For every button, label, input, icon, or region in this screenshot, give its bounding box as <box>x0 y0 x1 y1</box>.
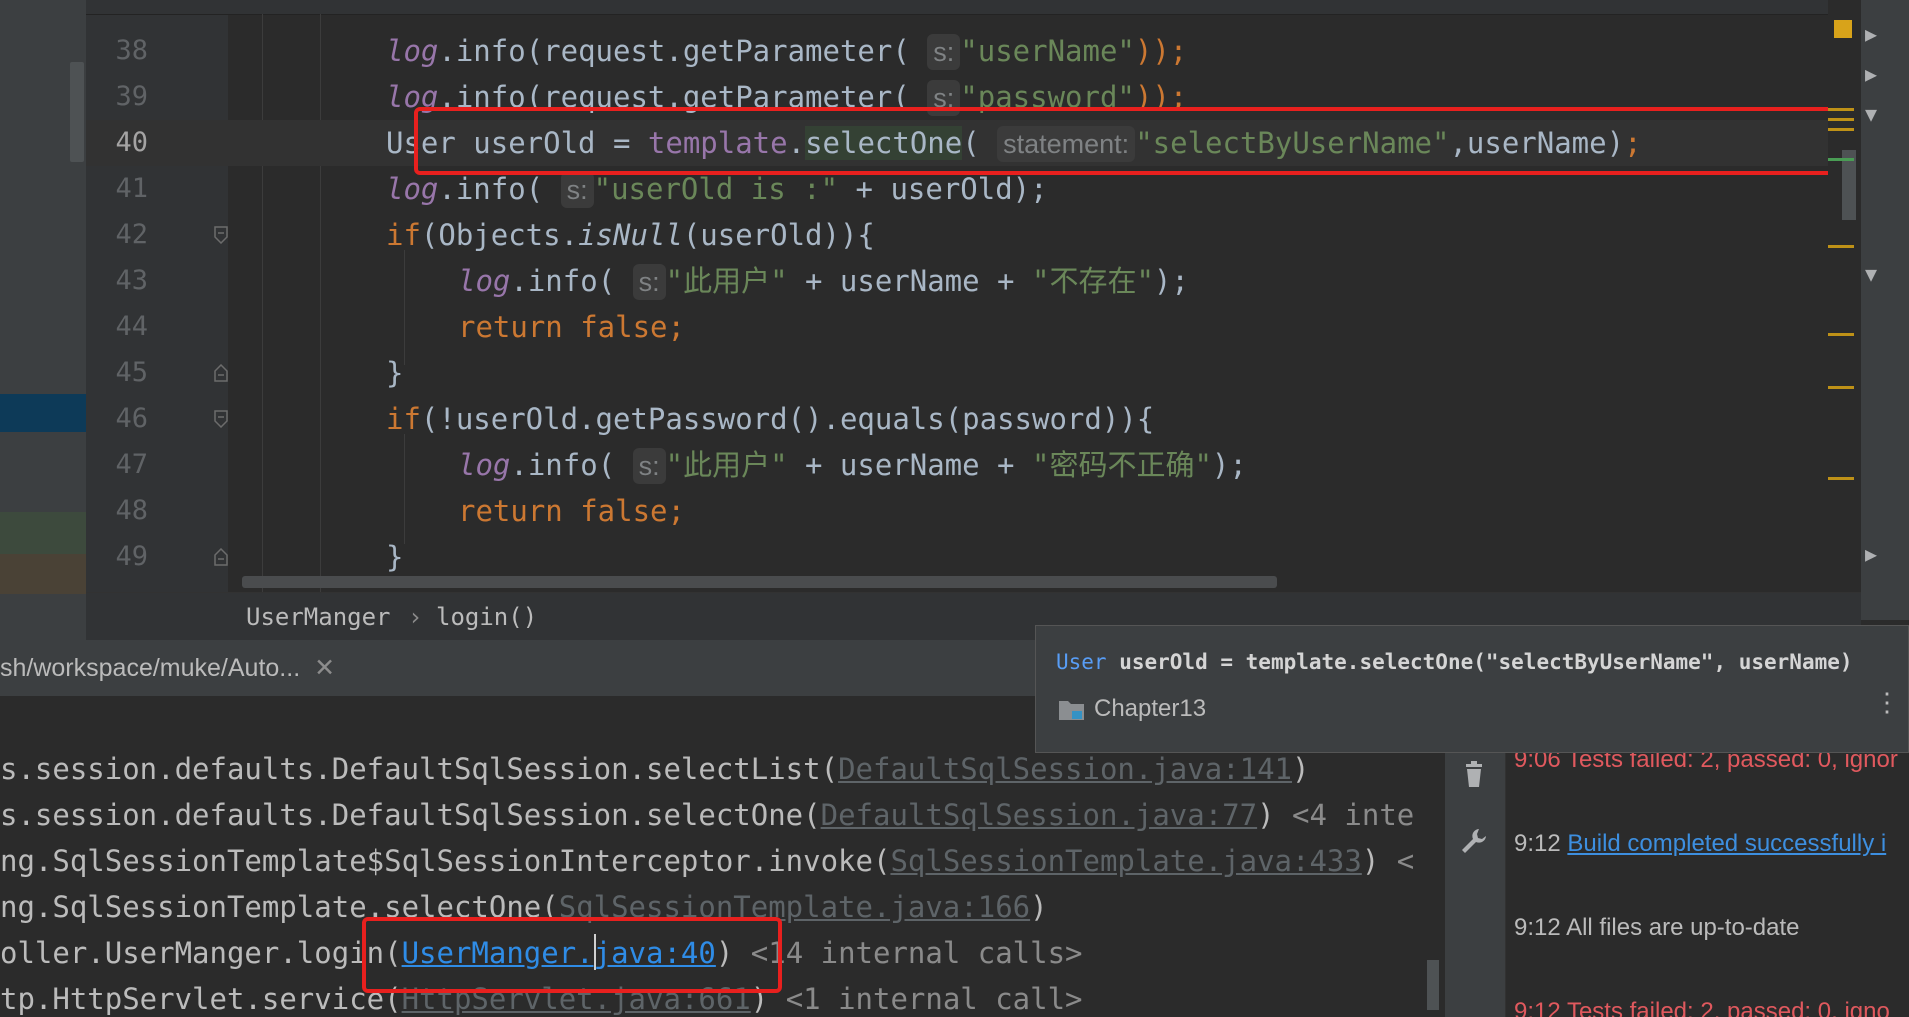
event-log-entry[interactable]: 9:12 Build completed successfully i <box>1514 828 1886 860</box>
internal-calls-fold[interactable]: <1 internal call> <box>768 982 1083 1016</box>
trash-icon[interactable] <box>1459 760 1489 790</box>
warning-icon[interactable] <box>1834 20 1852 38</box>
line-number: 41 <box>115 173 148 204</box>
stacktrace-link[interactable]: DefaultSqlSession.java:141 <box>838 752 1292 786</box>
code-line-49[interactable]: 49 } <box>86 534 1861 580</box>
warning-marker[interactable] <box>1828 128 1854 131</box>
fold-open-icon[interactable] <box>213 226 229 244</box>
code-text: if(Objects.isNull(userOld)){ <box>386 218 875 252</box>
warning-marker[interactable] <box>1828 477 1854 480</box>
stacktrace-link[interactable]: SqlSessionTemplate.java:433 <box>890 844 1361 878</box>
code-editor[interactable]: 38 log.info(request.getParameter( s: "use… <box>86 0 1861 592</box>
code-line-44[interactable]: 44 return false; <box>86 304 1861 350</box>
line-number: 45 <box>115 357 148 388</box>
annotation-highlight-box <box>362 917 782 993</box>
stacktrace-link[interactable]: DefaultSqlSession.java:77 <box>821 798 1258 832</box>
popup-context[interactable]: Chapter13 <box>1058 692 1206 726</box>
parameter-hint: s: <box>560 172 594 208</box>
line-number: 44 <box>115 311 148 342</box>
more-options-icon[interactable]: ⋮ <box>1874 690 1900 716</box>
line-number: 43 <box>115 265 148 296</box>
code-text: } <box>386 540 404 574</box>
collapse-arrow-icon[interactable]: ▼ <box>1865 262 1877 286</box>
warning-marker[interactable] <box>1828 386 1854 389</box>
code-text: log.info(request.getParameter( s: "userNa… <box>386 34 1188 70</box>
run-tab[interactable]: sh/workspace/muke/Auto... ✕ <box>0 640 335 696</box>
parameter-hint: s: <box>632 448 666 484</box>
popup-signature: User userOld = template.selectOne("selec… <box>1056 650 1853 674</box>
editor-horizontal-scrollbar[interactable] <box>242 576 1277 588</box>
code-line-42[interactable]: 42 if(Objects.isNull(userOld)){ <box>86 212 1861 258</box>
line-number: 39 <box>115 81 148 112</box>
event-log-link[interactable]: Build completed successfully i <box>1567 830 1886 857</box>
error-stripe[interactable] <box>1828 0 1861 592</box>
warning-marker[interactable] <box>1828 118 1854 121</box>
code-text: if(!userOld.getPassword().equals(passwor… <box>386 402 1155 436</box>
code-line-46[interactable]: 46 if(!userOld.getPassword().equals(pass… <box>86 396 1861 442</box>
internal-calls-fold[interactable]: <14 internal calls> <box>733 936 1083 970</box>
expand-arrow-icon[interactable]: ▶ <box>1865 542 1877 566</box>
console-line: s.session.defaults.DefaultSqlSession.sel… <box>0 798 1415 832</box>
event-log-entry[interactable]: 9:12 All files are up-to-date <box>1514 912 1800 944</box>
line-number: 38 <box>115 35 148 66</box>
code-text: return false; <box>458 310 685 344</box>
code-text: log.info( s: "此用户" + userName + "不存在"); <box>458 264 1189 300</box>
project-tree-row-modified[interactable] <box>0 512 86 554</box>
breadcrumb-class[interactable]: UserManger <box>246 593 391 641</box>
warning-marker[interactable] <box>1828 333 1854 336</box>
code-text: } <box>386 356 404 390</box>
module-folder-icon <box>1059 700 1084 720</box>
expand-arrow-icon[interactable]: ▶ <box>1865 62 1877 86</box>
line-number: 46 <box>115 403 148 434</box>
code-line-38[interactable]: 38 log.info(request.getParameter( s: "use… <box>86 28 1861 74</box>
wrench-icon[interactable] <box>1459 826 1489 856</box>
change-marker[interactable] <box>1828 158 1854 161</box>
console-line: ng.SqlSessionTemplate$SqlSessionIntercep… <box>0 844 1415 878</box>
code-line-45[interactable]: 45 } <box>86 350 1861 396</box>
code-line-48[interactable]: 48 return false; <box>86 488 1861 534</box>
internal-calls-fold[interactable]: <4 inte <box>1275 798 1414 832</box>
editor-tab-bar-edge <box>86 0 1861 15</box>
structure-panel-edge: ▶ ▶ ▼ ▼ ▶ <box>1861 0 1909 620</box>
project-tree-row-changed[interactable] <box>0 554 86 594</box>
code-line-43[interactable]: 43 log.info( s: "此用户" + userName + "不存在")… <box>86 258 1861 304</box>
warning-marker[interactable] <box>1828 108 1854 111</box>
fold-open-icon[interactable] <box>213 410 229 428</box>
collapse-arrow-icon[interactable]: ▼ <box>1865 102 1877 126</box>
event-log[interactable]: 9:06 Tests failed: 2, passed: 0, ignor 9… <box>1505 740 1909 1017</box>
project-tree-selected-row[interactable] <box>0 394 86 432</box>
project-tree-scrollbar[interactable] <box>70 62 84 162</box>
project-tree-edge <box>0 0 86 640</box>
parameter-hint: s: <box>927 34 961 70</box>
warning-marker[interactable] <box>1828 245 1854 248</box>
code-line-47[interactable]: 47 log.info( s: "此用户" + userName + "密码不正确… <box>86 442 1861 488</box>
console-scrollbar[interactable] <box>1427 960 1439 1010</box>
text-caret <box>594 934 596 970</box>
run-tab-label: sh/workspace/muke/Auto... <box>0 654 301 682</box>
line-number: 49 <box>115 541 148 572</box>
breadcrumb-method[interactable]: login() <box>436 593 537 641</box>
expand-arrow-icon[interactable]: ▶ <box>1865 22 1877 46</box>
annotation-highlight-box <box>414 107 1834 175</box>
line-number: 47 <box>115 449 148 480</box>
fold-close-icon[interactable] <box>213 548 229 566</box>
line-number: 42 <box>115 219 148 250</box>
event-log-entry[interactable]: 9:12 Tests failed: 2, passed: 0, igno <box>1514 996 1890 1017</box>
line-number: 48 <box>115 495 148 526</box>
context-info-popup[interactable]: User userOld = template.selectOne("selec… <box>1035 625 1909 753</box>
console-toolbar <box>1445 740 1505 1017</box>
breadcrumb-separator: › <box>408 603 423 631</box>
close-icon[interactable]: ✕ <box>314 654 335 682</box>
line-number: 40 <box>115 127 148 158</box>
code-text: return false; <box>458 494 685 528</box>
code-text: log.info( s: "此用户" + userName + "密码不正确"); <box>458 448 1247 484</box>
parameter-hint: s: <box>632 264 666 300</box>
fold-close-icon[interactable] <box>213 364 229 382</box>
